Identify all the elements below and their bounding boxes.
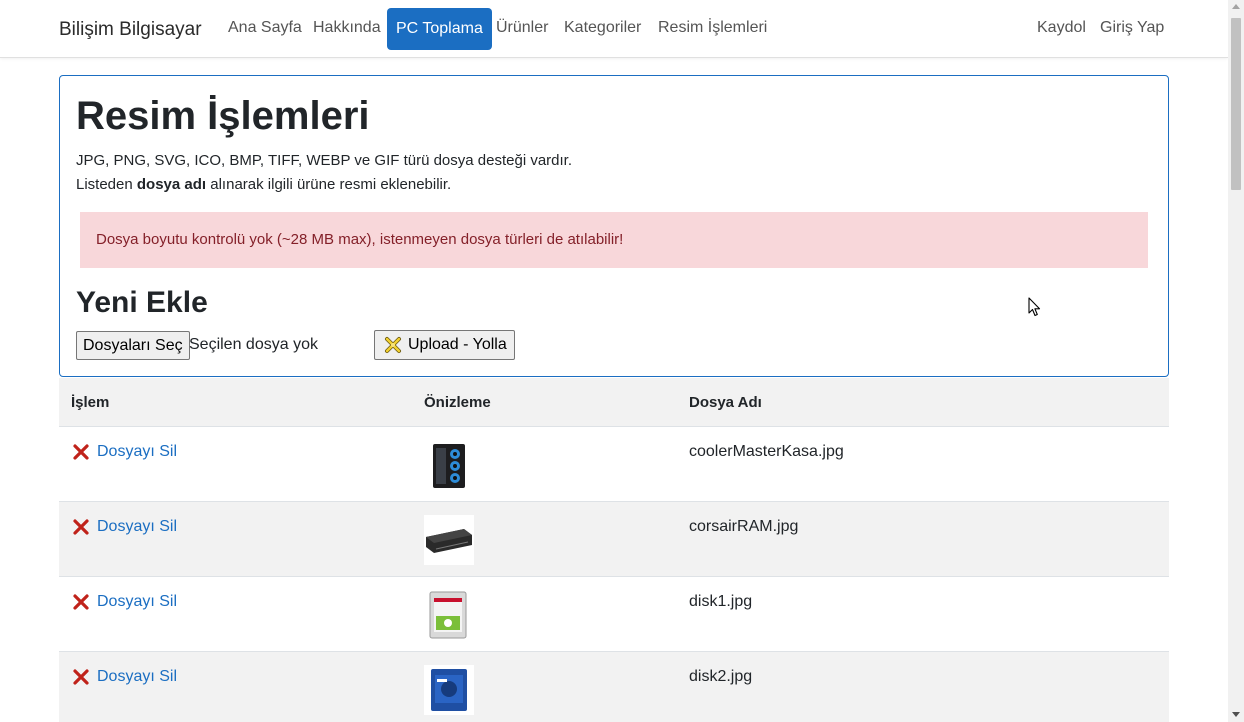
file-name: disk2.jpg [689,668,753,685]
header-action: İşlem [71,394,110,411]
add-new-heading: Yeni Ekle [76,286,208,319]
nav-link-home[interactable]: Ana Sayfa [228,19,302,37]
delete-file-link[interactable]: Dosyayı Sil [97,668,177,686]
usage-hint-prefix: Listeden [76,176,137,193]
file-name: corsairRAM.jpg [689,518,799,535]
nav-link-about[interactable]: Hakkında [313,19,381,37]
page-title: Resim İşlemleri [76,94,370,138]
nav-link-register[interactable]: Kaydol [1037,19,1086,37]
ram-module-thumbnail [424,515,474,565]
table-row: Dosyayı Sil corsairRAM.jpg [59,502,1169,577]
usage-hint-text: Listeden dosya adı alınarak ilgili ürüne… [76,176,451,193]
blue-hard-disk-thumbnail [424,665,474,715]
header-preview: Önizleme [424,394,491,411]
nav-link-products[interactable]: Ürünler [496,19,548,37]
usage-hint-suffix: alınarak ilgili ürüne resmi eklenebilir. [206,176,452,193]
pc-case-thumbnail [424,440,474,490]
nav-link-pc-build[interactable]: PC Toplama [387,8,492,50]
delete-file-link[interactable]: Dosyayı Sil [97,443,177,461]
file-status-text: Seçilen dosya yok [189,336,318,353]
upload-icon [385,337,401,353]
warning-alert: Dosya boyutu kontrolü yok (~28 MB max), … [80,212,1148,268]
table-header: İşlem Önizleme Dosya Adı [59,378,1169,427]
upload-button[interactable]: Upload - Yolla [374,330,515,360]
vertical-scrollbar[interactable] [1228,0,1244,722]
delete-file-link[interactable]: Dosyayı Sil [97,593,177,611]
hard-disk-thumbnail [424,590,474,640]
nav-link-login[interactable]: Giriş Yap [1100,19,1164,37]
choose-files-button[interactable]: Dosyaları Seç [76,331,190,360]
red-x-icon[interactable] [72,443,90,461]
supported-formats-text: JPG, PNG, SVG, ICO, BMP, TIFF, WEBP ve G… [76,152,572,169]
file-name: disk1.jpg [689,593,753,610]
mouse-cursor-icon [1028,297,1041,317]
navbar: Bilişim Bilgisayar Ana Sayfa Hakkında PC… [0,0,1228,58]
image-operations-panel: Resim İşlemleri JPG, PNG, SVG, ICO, BMP,… [59,75,1169,377]
brand-logo[interactable]: Bilişim Bilgisayar [59,19,202,41]
upload-button-label: Upload - Yolla [408,336,507,353]
file-name: coolerMasterKasa.jpg [689,443,844,460]
scroll-down-arrow-icon[interactable] [1232,712,1240,717]
nav-link-image-operations[interactable]: Resim İşlemleri [658,19,767,37]
header-filename: Dosya Adı [689,394,762,411]
table-row: Dosyayı Sil disk2.jpg [59,652,1169,722]
nav-link-categories[interactable]: Kategoriler [564,19,641,37]
red-x-icon[interactable] [72,668,90,686]
delete-file-link[interactable]: Dosyayı Sil [97,518,177,536]
usage-hint-bold: dosya adı [136,176,207,193]
red-x-icon[interactable] [72,593,90,611]
red-x-icon[interactable] [72,518,90,536]
scrollbar-thumb[interactable] [1231,18,1241,190]
scroll-up-arrow-icon[interactable] [1232,4,1240,9]
table-row: Dosyayı Sil disk1.jpg [59,577,1169,652]
table-row: Dosyayı Sil coolerMasterKasa.jpg [59,427,1169,502]
